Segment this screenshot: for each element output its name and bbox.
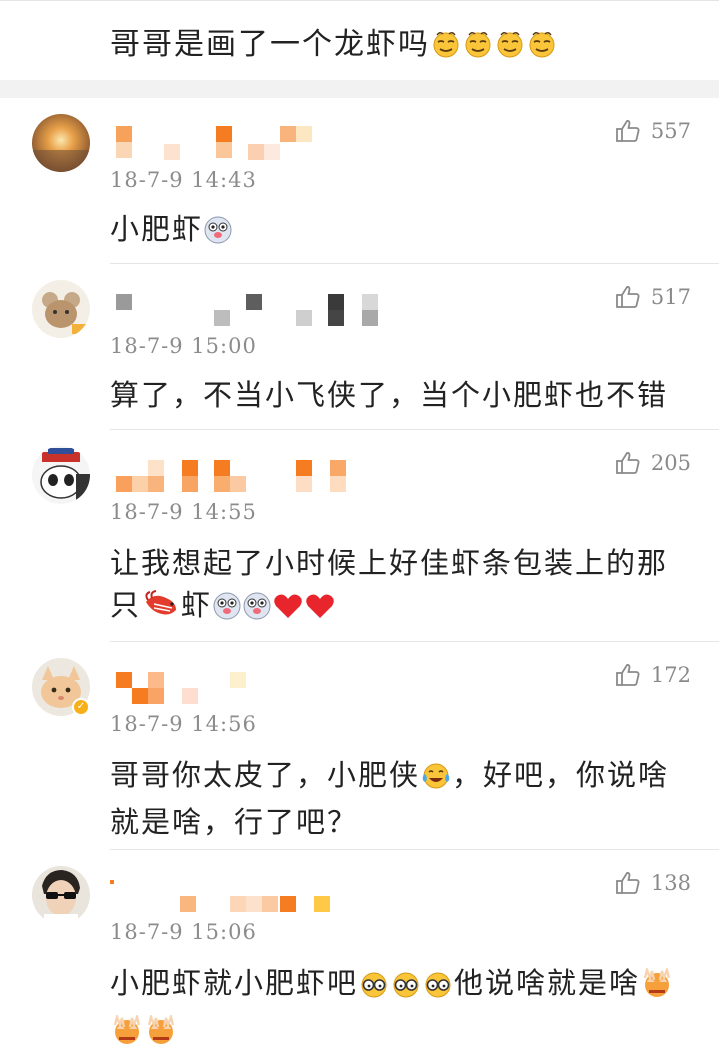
comment-text: 小肥虾就小肥虾吧 他说啥就是啥 — [110, 962, 690, 1056]
avatar[interactable] — [32, 866, 90, 924]
like-count: 205 — [650, 451, 691, 475]
post-text-content: 哥哥是画了一个龙虾吗 — [110, 27, 430, 62]
like-button[interactable]: 172 — [615, 662, 691, 688]
smirk-emoji-group — [430, 27, 558, 62]
smirk-emoji — [431, 29, 461, 67]
comment-time: 18-7-9 14:55 — [110, 500, 257, 524]
like-button[interactable]: 557 — [615, 118, 691, 144]
lobster-emoji — [142, 589, 180, 631]
red-heart-emoji — [273, 589, 303, 631]
smirk-emoji — [495, 29, 525, 67]
smirk-emoji — [527, 29, 557, 67]
red-heart-emoji — [305, 589, 335, 631]
username-redacted[interactable] — [110, 876, 390, 916]
dog-face-emoji — [213, 589, 241, 631]
comment-text: 小肥虾 — [110, 208, 690, 255]
comment-item: 557 18-7-9 14:43 小肥虾 — [0, 98, 719, 264]
post-header: 哥哥是画了一个龙虾吗 — [0, 0, 719, 80]
comment-time: 18-7-9 15:06 — [110, 920, 257, 944]
comment-time: 18-7-9 15:00 — [110, 334, 257, 358]
avatar[interactable] — [32, 280, 90, 338]
thumbs-up-icon — [615, 870, 641, 896]
comment-text: 哥哥你太皮了，小肥侠 ，好吧，你说啥 就是啥，行了吧？ — [110, 758, 670, 839]
comment-text: 算了，不当小飞侠了，当个小肥虾也不错 — [110, 378, 669, 412]
dog-face-emoji — [204, 213, 232, 255]
avatar[interactable] — [32, 446, 90, 504]
hands-over-face-emoji — [145, 1012, 177, 1056]
like-button[interactable]: 205 — [615, 450, 691, 476]
thumbs-up-icon — [615, 662, 641, 688]
comment-text: 让我想起了小时候上好佳虾条包装上的那 只虾 — [110, 542, 690, 631]
username-redacted[interactable] — [110, 290, 390, 330]
comment-item: 138 18-7-9 15:06 小肥虾就小肥虾吧 他说啥就是啥 — [0, 850, 719, 1044]
eyeglasses-emoji — [359, 967, 389, 1009]
eyeglasses-emoji — [391, 967, 421, 1009]
eyeglasses-emoji — [423, 967, 453, 1009]
username-redacted[interactable] — [110, 456, 390, 496]
thumbs-up-icon — [615, 450, 641, 476]
laugh-cry-emoji — [421, 759, 451, 801]
comment-time: 18-7-9 14:43 — [110, 168, 257, 192]
comment-item: 205 18-7-9 14:55 让我想起了小时候上好佳虾条包装上的那 只虾 — [0, 430, 719, 642]
hands-over-face-emoji — [641, 965, 673, 1009]
smirk-emoji — [463, 29, 493, 67]
username-redacted[interactable] — [110, 668, 390, 708]
avatar[interactable] — [32, 114, 90, 172]
verified-badge-icon: ✓ — [72, 698, 90, 716]
hands-over-face-emoji — [111, 1012, 143, 1056]
dog-face-emoji — [243, 589, 271, 631]
thumbs-up-icon — [615, 118, 641, 144]
like-button[interactable]: 517 — [615, 284, 691, 310]
thumbs-up-icon — [615, 284, 641, 310]
like-count: 557 — [650, 119, 691, 143]
comment-time: 18-7-9 14:56 — [110, 712, 257, 736]
section-separator — [0, 80, 719, 98]
comment-item: 517 18-7-9 15:00 算了，不当小飞侠了，当个小肥虾也不错 — [0, 264, 719, 430]
post-text: 哥哥是画了一个龙虾吗 — [110, 19, 558, 67]
comment-item: ✓ 172 18-7-9 14:56 哥哥你太皮了，小肥侠 ，好吧，你说啥 就是啥… — [0, 642, 719, 850]
username-redacted[interactable] — [110, 124, 390, 164]
like-count: 517 — [650, 285, 691, 309]
like-button[interactable]: 138 — [615, 870, 691, 896]
like-count: 172 — [650, 663, 691, 687]
like-count: 138 — [650, 871, 691, 895]
